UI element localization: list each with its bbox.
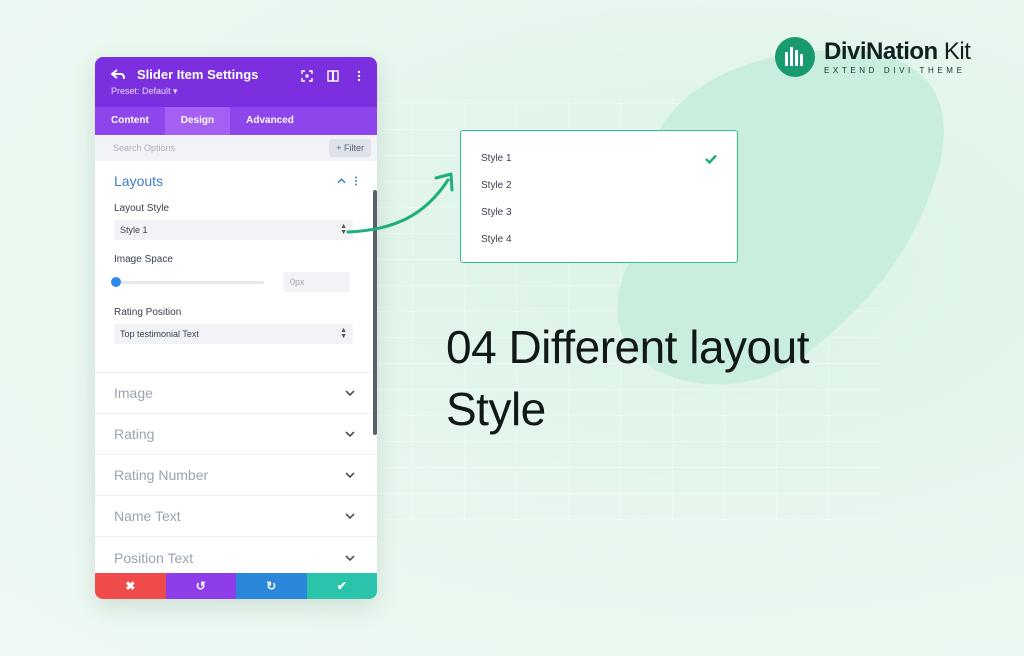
rating-position-value: Top testimonial Text xyxy=(120,329,199,339)
headline-line-2: Style xyxy=(446,383,546,435)
image-space-slider[interactable] xyxy=(111,276,264,287)
option-label: Style 2 xyxy=(481,180,512,191)
connector-arrow xyxy=(346,172,454,234)
section-title: Rating xyxy=(114,426,155,442)
select-arrows-icon: ▲ ▼ xyxy=(340,327,347,340)
more-options-icon[interactable] xyxy=(353,69,365,82)
expand-icon[interactable] xyxy=(301,69,313,82)
search-options-bar: Search Options + Filter xyxy=(95,135,377,161)
slider-item-settings-panel: Slider Item Settings Preset: Default ▾ C… xyxy=(95,57,377,599)
layouts-section-title[interactable]: Layouts xyxy=(114,173,163,189)
headline: 04 Different layout Style xyxy=(446,316,966,440)
checkmark-icon xyxy=(705,154,717,164)
layouts-section: Layouts Layout Style Style 1 ▲ ▼ Image Sp… xyxy=(95,161,377,373)
split-view-icon[interactable] xyxy=(327,69,339,82)
section-title: Image xyxy=(114,385,153,401)
section-image[interactable]: Image xyxy=(95,373,377,414)
tab-design[interactable]: Design xyxy=(164,107,231,135)
logo-tagline: EXTEND DIVI THEME xyxy=(824,66,966,75)
section-title: Position Text xyxy=(114,549,194,566)
section-rating[interactable]: Rating xyxy=(95,414,377,455)
filter-button[interactable]: + Filter xyxy=(329,139,371,157)
chevron-down-icon xyxy=(345,390,355,396)
section-title: Name Text xyxy=(114,508,181,524)
logo-name: DiviNation Kit xyxy=(824,38,971,65)
save-button[interactable]: ✔ xyxy=(306,573,377,599)
layout-style-label: Layout Style xyxy=(114,203,170,214)
image-space-input[interactable]: 0px xyxy=(283,272,350,292)
dropdown-option-style-3[interactable]: Style 3 xyxy=(481,199,717,226)
cancel-button[interactable]: ✖ xyxy=(95,573,166,599)
undo-button[interactable]: ↺ xyxy=(165,573,236,599)
section-name-text[interactable]: Name Text xyxy=(95,496,377,537)
layout-style-dropdown: Style 1 Style 2 Style 3 Style 4 xyxy=(460,130,738,263)
back-arrow-icon[interactable] xyxy=(111,68,125,81)
headline-line-1: 04 Different layout xyxy=(446,321,810,373)
section-rating-number[interactable]: Rating Number xyxy=(95,455,377,496)
search-options-input[interactable]: Search Options xyxy=(113,143,175,153)
preset-selector[interactable]: Preset: Default ▾ xyxy=(111,86,363,97)
panel-header: Slider Item Settings Preset: Default ▾ xyxy=(95,57,377,107)
option-label: Style 1 xyxy=(481,153,512,164)
tab-content[interactable]: Content xyxy=(95,107,165,135)
section-title: Rating Number xyxy=(114,467,209,483)
layout-style-value: Style 1 xyxy=(120,225,148,235)
logo-mark-icon xyxy=(775,37,815,77)
rating-position-label: Rating Position xyxy=(114,307,182,318)
panel-title: Slider Item Settings xyxy=(137,67,259,82)
option-label: Style 3 xyxy=(481,207,512,218)
slider-thumb[interactable] xyxy=(111,276,121,287)
layout-style-select[interactable]: Style 1 ▲ ▼ xyxy=(114,220,353,240)
rating-position-select[interactable]: Top testimonial Text ▲ ▼ xyxy=(114,324,353,344)
chevron-down-icon xyxy=(345,554,355,561)
option-label: Style 4 xyxy=(481,234,512,245)
panel-action-bar: ✖ ↺ ↻ ✔ xyxy=(95,573,377,599)
redo-button[interactable]: ↻ xyxy=(236,573,307,599)
image-space-label: Image Space xyxy=(114,254,173,265)
divination-kit-logo: DiviNation Kit EXTEND DIVI THEME xyxy=(774,36,971,78)
settings-tabs: Content Design Advanced xyxy=(95,107,377,135)
dropdown-option-style-1[interactable]: Style 1 xyxy=(481,145,717,172)
section-position-text[interactable]: Position Text xyxy=(95,537,377,578)
dropdown-option-style-2[interactable]: Style 2 xyxy=(481,172,717,199)
tab-advanced[interactable]: Advanced xyxy=(230,107,310,135)
dropdown-option-style-4[interactable]: Style 4 xyxy=(481,226,717,253)
chevron-down-icon xyxy=(345,431,355,437)
chevron-down-icon xyxy=(345,513,355,519)
chevron-down-icon xyxy=(345,472,355,478)
